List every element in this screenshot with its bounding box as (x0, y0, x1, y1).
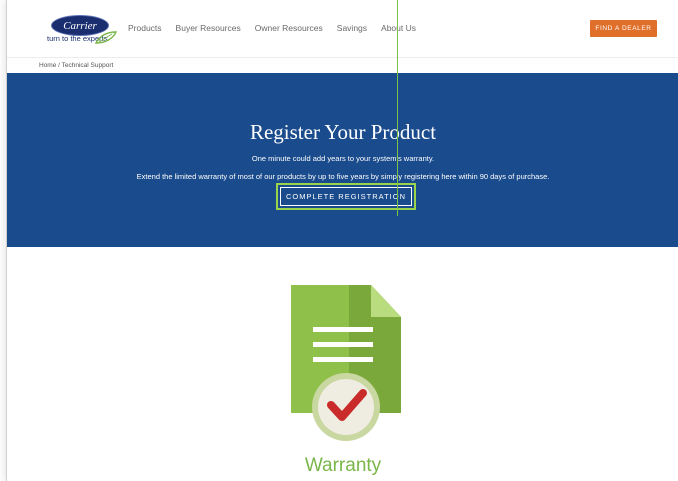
nav-products[interactable]: Products (128, 23, 162, 33)
nav-owner-resources[interactable]: Owner Resources (255, 23, 323, 33)
carrier-logo[interactable]: Carrier turn to the experts (47, 15, 127, 47)
hero-subtitle: One minute could add years to your syste… (251, 154, 435, 163)
nav-savings[interactable]: Savings (337, 23, 367, 33)
hero-title: Register Your Product (249, 120, 437, 144)
find-a-dealer-button[interactable]: FIND A DEALER (590, 20, 657, 37)
warranty-label[interactable]: Warranty (7, 455, 678, 477)
breadcrumb-bar: Home / Technical Support (7, 57, 678, 74)
nav-buyer-resources[interactable]: Buyer Resources (176, 23, 241, 33)
nav-about-us[interactable]: About Us (381, 23, 416, 33)
breadcrumb[interactable]: Home / Technical Support (39, 62, 113, 69)
main-nav: Products Buyer Resources Owner Resources… (128, 23, 416, 33)
cursor-indicator-line (397, 0, 398, 216)
document-checkmark-icon[interactable] (287, 281, 407, 451)
leaf-icon (95, 31, 117, 44)
browser-page: Carrier turn to the experts Products Buy… (6, 0, 678, 481)
register-hero: Register Your Product One minute could a… (7, 73, 678, 247)
site-header: Carrier turn to the experts Products Buy… (7, 0, 678, 57)
warranty-section: Warranty (7, 247, 678, 481)
complete-registration-button[interactable]: COMPLETE REGISTRATION (276, 183, 416, 210)
hero-description: Extend the limited warranty of most of o… (136, 172, 550, 181)
